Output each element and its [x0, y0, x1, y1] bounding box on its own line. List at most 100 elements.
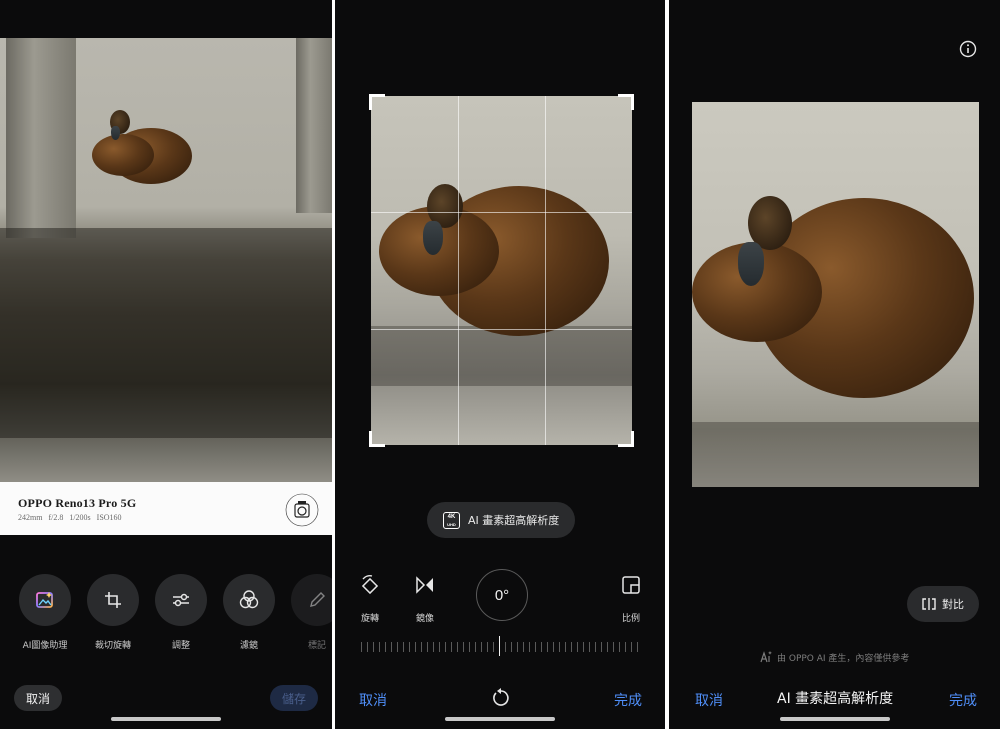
- photo-editor-panel: OPPO Reno13 Pro 5G 242mm f/2.8 1/200s IS…: [0, 0, 332, 729]
- ruler-tick: [427, 642, 428, 652]
- ruler-tick: [505, 642, 506, 652]
- cancel-button[interactable]: 取消: [14, 685, 62, 711]
- crop-handle-bottom-right[interactable]: [618, 431, 634, 447]
- ruler-tick: [475, 642, 476, 652]
- cancel-button[interactable]: 取消: [695, 690, 723, 710]
- ai-disclaimer: 由 OPPO AI 產生，內容僅供參考: [759, 650, 909, 664]
- ratio-label: 比例: [621, 614, 640, 624]
- ruler-tick: [421, 642, 422, 652]
- home-indicator[interactable]: [445, 717, 555, 721]
- tool-label: 濾鏡: [239, 641, 258, 651]
- ruler-tick: [601, 642, 602, 652]
- ruler-tick: [541, 642, 542, 652]
- ruler-tick: [559, 642, 560, 652]
- mirror-button[interactable]: 鏡像: [405, 574, 445, 624]
- ruler-tick: [631, 642, 632, 652]
- tool-adjust[interactable]: 調整: [151, 574, 211, 651]
- ruler-tick: [379, 642, 380, 652]
- tool-label: 裁切旋轉: [94, 641, 131, 651]
- done-button[interactable]: 完成: [949, 690, 977, 710]
- reset-icon[interactable]: [491, 688, 511, 708]
- info-icon[interactable]: [959, 40, 977, 58]
- camera-model: OPPO Reno13 Pro 5G: [18, 496, 137, 510]
- 4k-uhd-icon: 4K UHD: [443, 511, 460, 529]
- save-button[interactable]: 儲存: [270, 685, 318, 711]
- ai-super-resolution-panel: 對比 由 OPPO AI 產生，內容僅供參考 取消 AI 畫素超高解析度 完成: [669, 0, 1000, 729]
- ruler-tick: [637, 642, 638, 652]
- stone-pillar-left: [6, 38, 76, 238]
- crop-photo: [371, 96, 632, 445]
- ruler-tick: [487, 642, 488, 652]
- duck-photo: [0, 38, 332, 482]
- ruler-tick: [529, 642, 530, 652]
- compare-button[interactable]: 對比: [907, 586, 979, 622]
- ruler-tick: [397, 642, 398, 652]
- cancel-button[interactable]: 取消: [359, 690, 387, 710]
- ruler-tick: [403, 642, 404, 652]
- ruler-tick: [577, 642, 578, 652]
- stone-pillar-right: [296, 38, 332, 213]
- wall-shadow: [0, 228, 332, 438]
- exif-specs: 242mm f/2.8 1/200s ISO160: [18, 513, 122, 522]
- ruler-tick: [433, 642, 434, 652]
- ruler-tick: [463, 642, 464, 652]
- ruler-tick: [613, 642, 614, 652]
- home-indicator[interactable]: [111, 717, 221, 721]
- tool-ai-assistant[interactable]: AI圖像助理: [15, 574, 75, 651]
- duck-bill: [423, 221, 443, 255]
- crop-grid-line: [458, 96, 459, 445]
- badge-top-text: 4K: [447, 513, 456, 520]
- upscaled-duck-photo: [692, 102, 979, 487]
- pen-icon: [310, 592, 325, 607]
- ruler-tick: [373, 642, 374, 652]
- mirror-label: 鏡像: [415, 614, 434, 624]
- tool-label: 標記: [307, 641, 326, 651]
- mirror-icon: [416, 576, 433, 594]
- ai-sparkle-icon: [760, 651, 772, 663]
- angle-ruler[interactable]: [361, 636, 641, 658]
- ruler-tick: [409, 642, 410, 652]
- duck-bill: [738, 242, 764, 286]
- ruler-tick: [589, 642, 590, 652]
- badge-bottom-text: UHD: [447, 521, 456, 527]
- ruler-tick: [481, 642, 482, 652]
- ai-super-resolution-button[interactable]: 4K UHD AI 畫素超高解析度: [427, 502, 575, 538]
- ruler-tick: [415, 642, 416, 652]
- aspect-ratio-icon: [622, 576, 640, 594]
- ai-chip-label: AI 畫素超高解析度: [468, 514, 560, 527]
- ruler-tick: [361, 642, 362, 652]
- ai-sparkle-image-icon: [36, 592, 53, 608]
- ruler-tick: [595, 642, 596, 652]
- rotation-dial[interactable]: 0°: [476, 569, 528, 621]
- edit-toolbar: AI圖像助理 裁切旋轉 調整 濾鏡 標記: [18, 574, 332, 654]
- disclaimer-text: 由 OPPO AI 產生，內容僅供參考: [777, 653, 910, 664]
- sliders-icon: [173, 593, 189, 607]
- home-indicator[interactable]: [780, 717, 890, 721]
- crop-handle-bottom-left[interactable]: [369, 431, 385, 447]
- crop-grid-line: [371, 212, 632, 213]
- ruler-tick: [493, 642, 494, 652]
- tool-filters[interactable]: 濾鏡: [219, 574, 279, 651]
- filter-circles-icon: [239, 590, 259, 609]
- crop-grid-line: [371, 329, 632, 330]
- done-button[interactable]: 完成: [614, 690, 642, 710]
- crop-grid-line: [545, 96, 546, 445]
- duck-bill: [111, 126, 120, 140]
- crop-rotate-panel: 4K UHD AI 畫素超高解析度 旋轉 鏡像 0° 比例 取消 完成: [335, 0, 665, 729]
- crop-handle-top-right[interactable]: [618, 94, 634, 110]
- ruler-tick: [385, 642, 386, 652]
- rotate-label: 旋轉: [360, 614, 379, 624]
- aspect-ratio-button[interactable]: 比例: [611, 574, 651, 624]
- ruler-tick: [391, 642, 392, 652]
- tool-crop-rotate[interactable]: 裁切旋轉: [83, 574, 143, 651]
- ruler-tick: [439, 642, 440, 652]
- master-seal-logo: [285, 493, 319, 527]
- ruler-tick: [499, 636, 500, 656]
- ruler-tick: [553, 642, 554, 652]
- ruler-tick: [535, 642, 536, 652]
- tool-markup[interactable]: 標記: [287, 574, 332, 651]
- rotate-button[interactable]: 旋轉: [350, 574, 390, 624]
- ruler-tick: [457, 642, 458, 652]
- rotate-icon: [361, 575, 379, 595]
- crop-handle-top-left[interactable]: [369, 94, 385, 110]
